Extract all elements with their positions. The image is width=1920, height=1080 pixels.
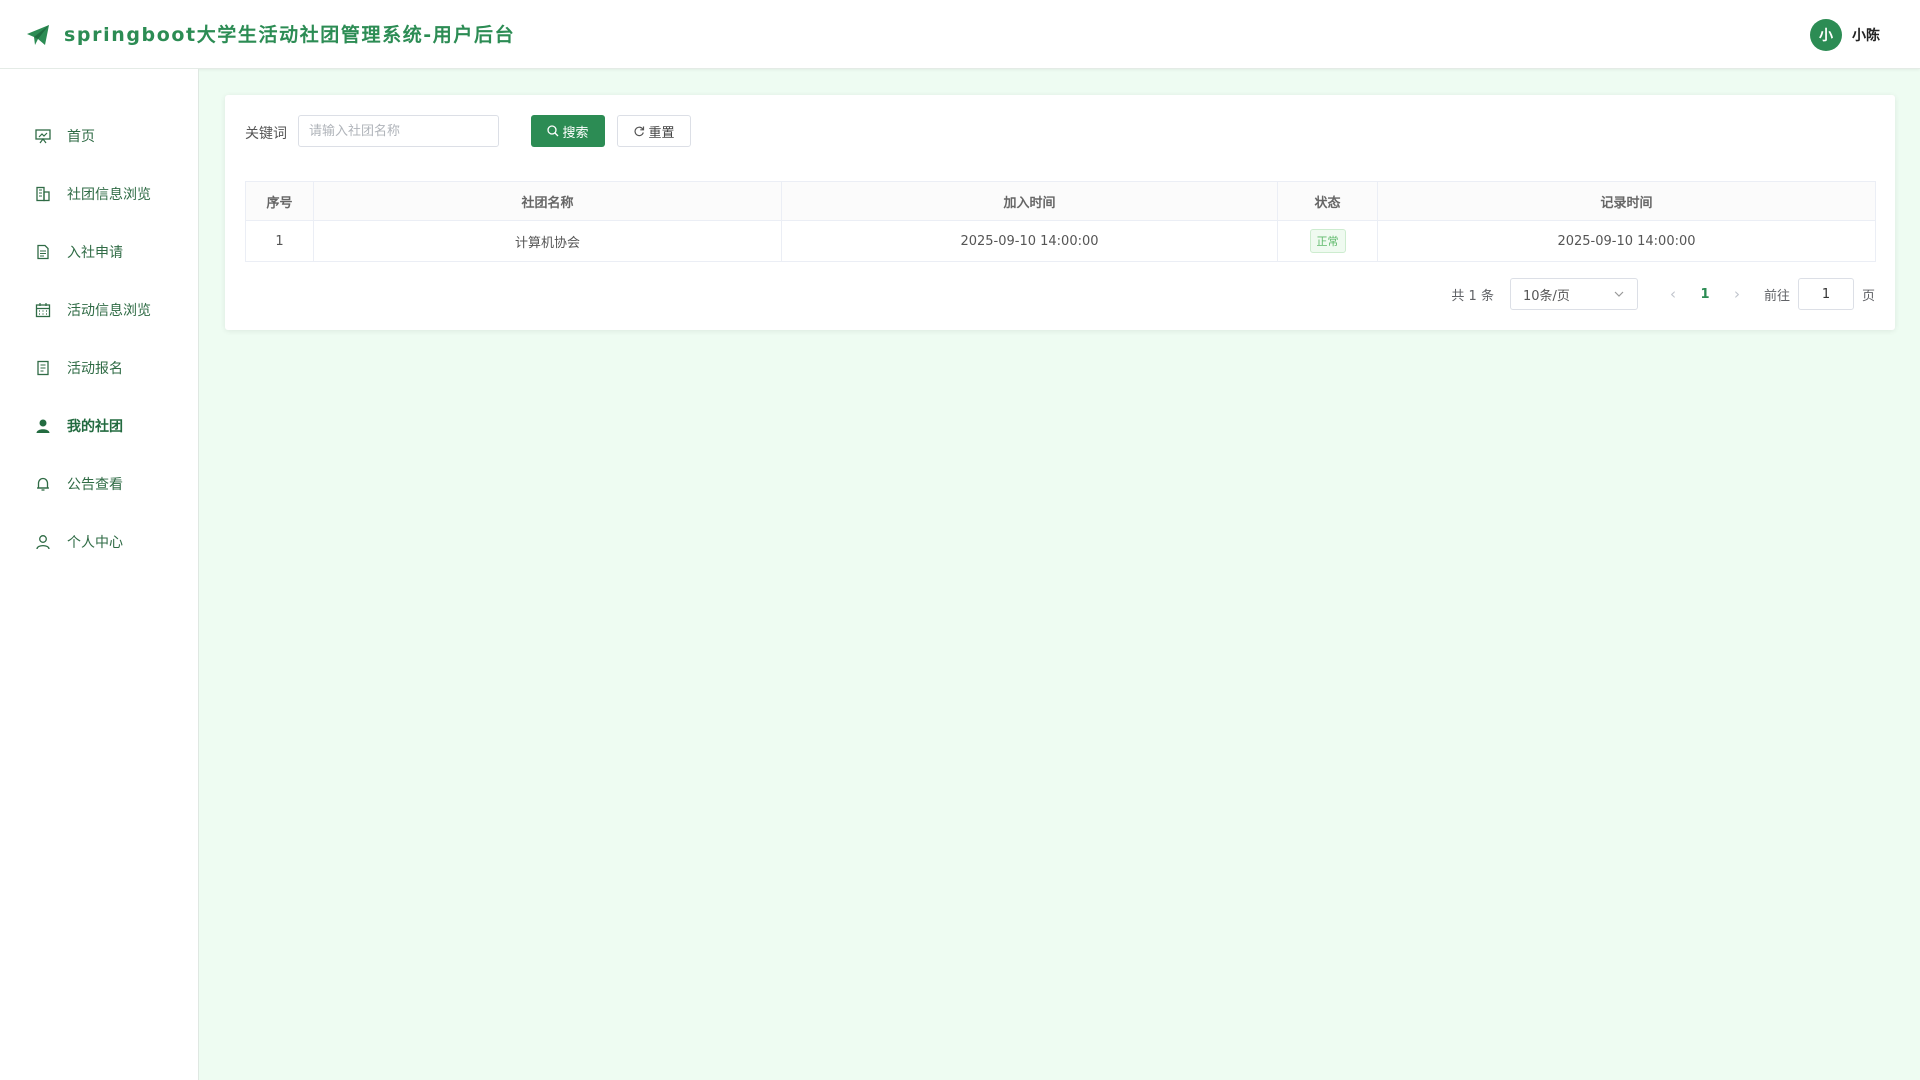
column-header-club-name: 社团名称 [313,181,782,221]
sidebar-item-label: 入社申请 [67,245,123,261]
sidebar-item-label: 首页 [67,129,95,145]
sidebar-item-profile[interactable]: 个人中心 [0,522,198,562]
bell-icon [34,475,52,493]
document-icon [34,243,52,261]
sidebar-item-label: 活动信息浏览 [67,303,151,319]
refresh-icon [634,126,645,137]
sidebar-item-label: 活动报名 [67,361,123,377]
sidebar-item-announcements[interactable]: 公告查看 [0,464,198,504]
page-size-value: 10条/页 [1522,288,1570,304]
sidebar-item-my-clubs[interactable]: 我的社团 [0,406,198,446]
form-icon [34,359,52,377]
sidebar-item-label: 我的社团 [67,419,123,435]
page-size-select[interactable]: 10条/页 [1509,278,1638,310]
column-header-status: 状态 [1277,181,1378,221]
search-button-label: 搜索 [562,125,589,141]
sidebar-item-label: 个人中心 [67,535,123,551]
sidebar-item-label: 公告查看 [67,477,123,493]
goto-label: 前往 [1763,288,1790,304]
cell-record-time: 2025-09-10 14:00:00 [1377,220,1876,262]
search-icon [547,125,559,137]
keyword-label: 关键词 [245,126,287,142]
reset-button[interactable]: 重置 [617,115,691,147]
calendar-icon [34,301,52,319]
chevron-down-icon [1614,291,1624,297]
my-clubs-table: 序号 社团名称 加入时间 状态 记录时间 1 计算机协会 2025-09-10 … [245,181,1876,262]
column-header-index: 序号 [245,181,314,221]
presentation-icon [34,127,52,145]
prev-page-button[interactable]: ‹ [1662,285,1684,303]
reset-button-label: 重置 [648,125,675,141]
keyword-input[interactable] [298,115,499,147]
cell-club-name: 计算机协会 [313,220,782,262]
content-card: 关键词 搜索 重置 序号 社团名称 加入时间 状态 记录时间 1 计算机协会 2… [225,95,1895,330]
sidebar-item-activity-signup[interactable]: 活动报名 [0,348,198,388]
column-header-join-time: 加入时间 [781,181,1278,221]
cell-index: 1 [245,220,314,262]
search-button[interactable]: 搜索 [531,115,605,147]
cell-status: 正常 [1277,220,1378,262]
pagination-total: 共 1 条 [1451,288,1494,304]
user-menu[interactable]: 小 小陈 [1810,19,1880,51]
sidebar: 首页 社团信息浏览 入社申请 活动信息浏览 活动报名 我的社团 公告查看 个人中… [0,69,199,1080]
sidebar-item-home[interactable]: 首页 [0,116,198,156]
top-header: springboot大学生活动社团管理系统-用户后台 小 小陈 [0,0,1920,69]
column-header-record-time: 记录时间 [1377,181,1876,221]
sidebar-item-join-apply[interactable]: 入社申请 [0,232,198,272]
next-page-button[interactable]: › [1726,285,1748,303]
goto-suffix: 页 [1861,288,1875,304]
page-number-current[interactable]: 1 [1684,287,1726,302]
table-row: 1 计算机协会 2025-09-10 14:00:00 正常 2025-09-1… [245,220,1876,262]
user-filled-icon [34,417,52,435]
sidebar-item-club-browse[interactable]: 社团信息浏览 [0,174,198,214]
cell-join-time: 2025-09-10 14:00:00 [781,220,1278,262]
table-header-row: 序号 社团名称 加入时间 状态 记录时间 [245,181,1876,221]
goto-page-input[interactable] [1797,278,1854,310]
username[interactable]: 小陈 [1852,25,1880,45]
building-icon [34,185,52,203]
paper-plane-icon [27,25,49,45]
user-icon [34,533,52,551]
pagination: 共 1 条 10条/页 ‹ 1 › 前往 页 [1451,278,1875,310]
sidebar-item-activity-browse[interactable]: 活动信息浏览 [0,290,198,330]
app-title: springboot大学生活动社团管理系统-用户后台 [64,24,516,46]
status-badge: 正常 [1309,229,1346,253]
avatar[interactable]: 小 [1810,19,1842,51]
sidebar-item-label: 社团信息浏览 [67,187,151,203]
